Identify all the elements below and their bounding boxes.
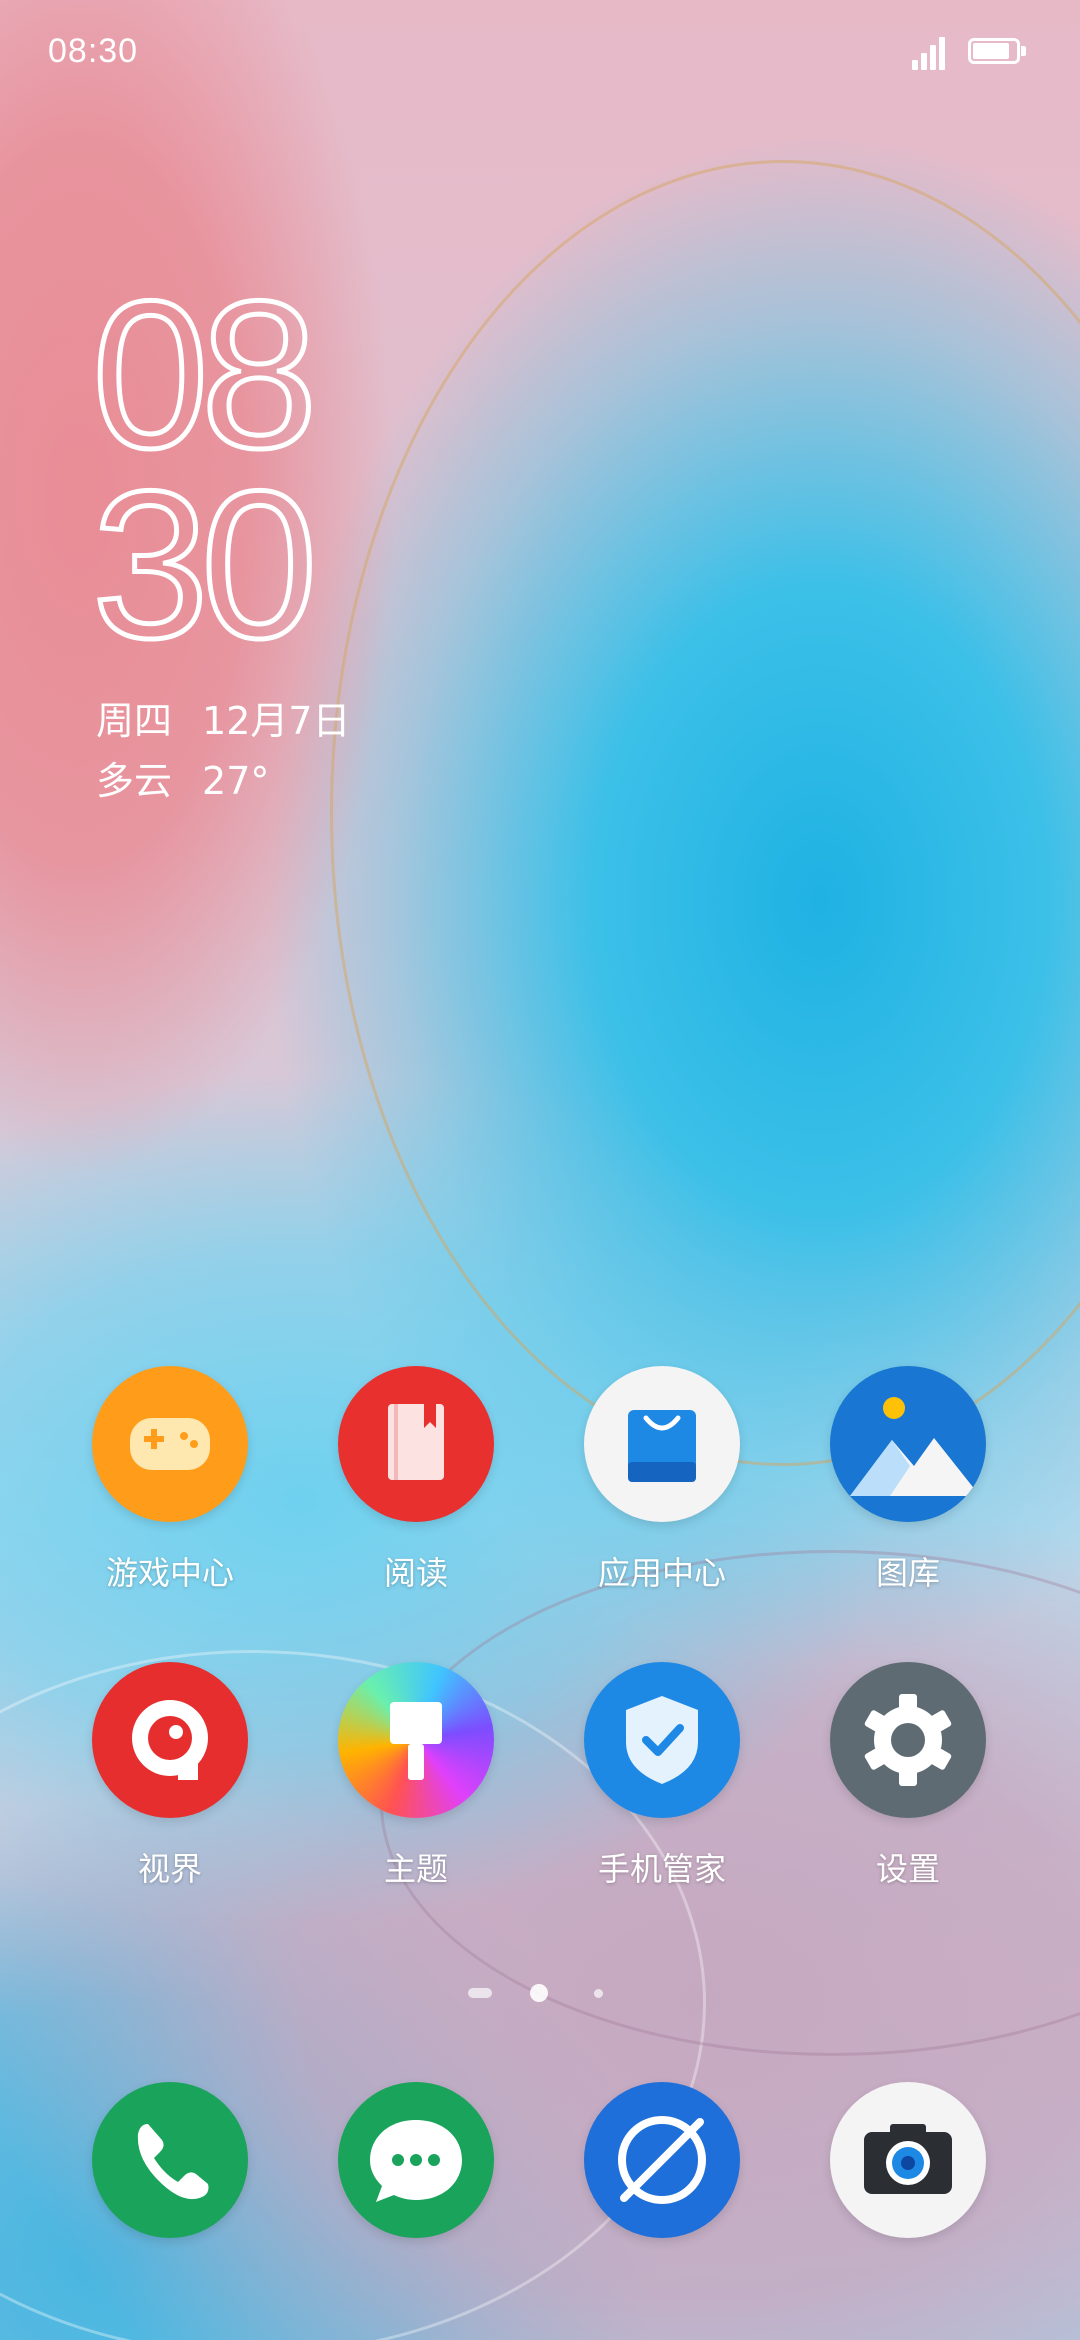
- weather-line[interactable]: 多云 27°: [96, 750, 269, 805]
- app-game-center[interactable]: 游戏中心: [60, 1366, 280, 1594]
- app-shijie[interactable]: 视界: [60, 1662, 280, 1890]
- gear-icon: [830, 1662, 986, 1818]
- date-line: 周四 12月7日: [96, 690, 351, 745]
- date: 12月7日: [202, 699, 351, 743]
- dock-browser[interactable]: [552, 2082, 772, 2238]
- status-bar: 08:30: [0, 0, 1080, 100]
- dock-phone[interactable]: [60, 2082, 280, 2238]
- page-dot-current[interactable]: [530, 1984, 548, 2002]
- dock-messages[interactable]: [306, 2082, 526, 2238]
- app-label: 游戏中心: [105, 1554, 234, 1592]
- paintbrush-icon: [338, 1662, 494, 1818]
- message-icon: [338, 2082, 494, 2238]
- app-label: 视界: [137, 1850, 202, 1888]
- phone-icon: [92, 2082, 248, 2238]
- app-label: 应用中心: [597, 1554, 726, 1592]
- book-icon: [338, 1366, 494, 1522]
- app-label: 设置: [875, 1850, 940, 1888]
- page-dot[interactable]: [594, 1989, 603, 1998]
- signal-icon: [912, 36, 948, 70]
- battery-icon: [968, 38, 1028, 68]
- weather-condition: 多云: [96, 759, 173, 803]
- app-label: 主题: [383, 1850, 448, 1888]
- clock-widget[interactable]: 08 30: [90, 257, 321, 682]
- app-phone-manager[interactable]: 手机管家: [552, 1662, 772, 1890]
- app-app-center[interactable]: 应用中心: [552, 1366, 772, 1594]
- app-gallery[interactable]: 图库: [798, 1366, 1018, 1594]
- browser-compass-icon: [584, 2082, 740, 2238]
- shield-check-icon: [584, 1662, 740, 1818]
- camera-icon: [830, 2082, 986, 2238]
- app-label: 图库: [875, 1554, 940, 1592]
- gamepad-icon: [92, 1366, 248, 1522]
- video-eye-icon: [92, 1662, 248, 1818]
- page-indicator: [0, 1982, 1080, 2006]
- weekday: 周四: [96, 699, 173, 743]
- gallery-icon: [830, 1366, 986, 1522]
- page-dot[interactable]: [468, 1988, 492, 1998]
- app-themes[interactable]: 主题: [306, 1662, 526, 1890]
- app-reading[interactable]: 阅读: [306, 1366, 526, 1594]
- app-label: 手机管家: [597, 1850, 726, 1888]
- app-settings[interactable]: 设置: [798, 1662, 1018, 1890]
- dock-camera[interactable]: [798, 2082, 1018, 2238]
- status-time: 08:30: [48, 32, 139, 70]
- temperature: 27°: [202, 759, 270, 803]
- app-label: 阅读: [383, 1554, 448, 1592]
- shopping-bag-icon: [584, 1366, 740, 1522]
- clock-hour: 08: [90, 257, 321, 492]
- clock-minute: 30: [90, 447, 321, 682]
